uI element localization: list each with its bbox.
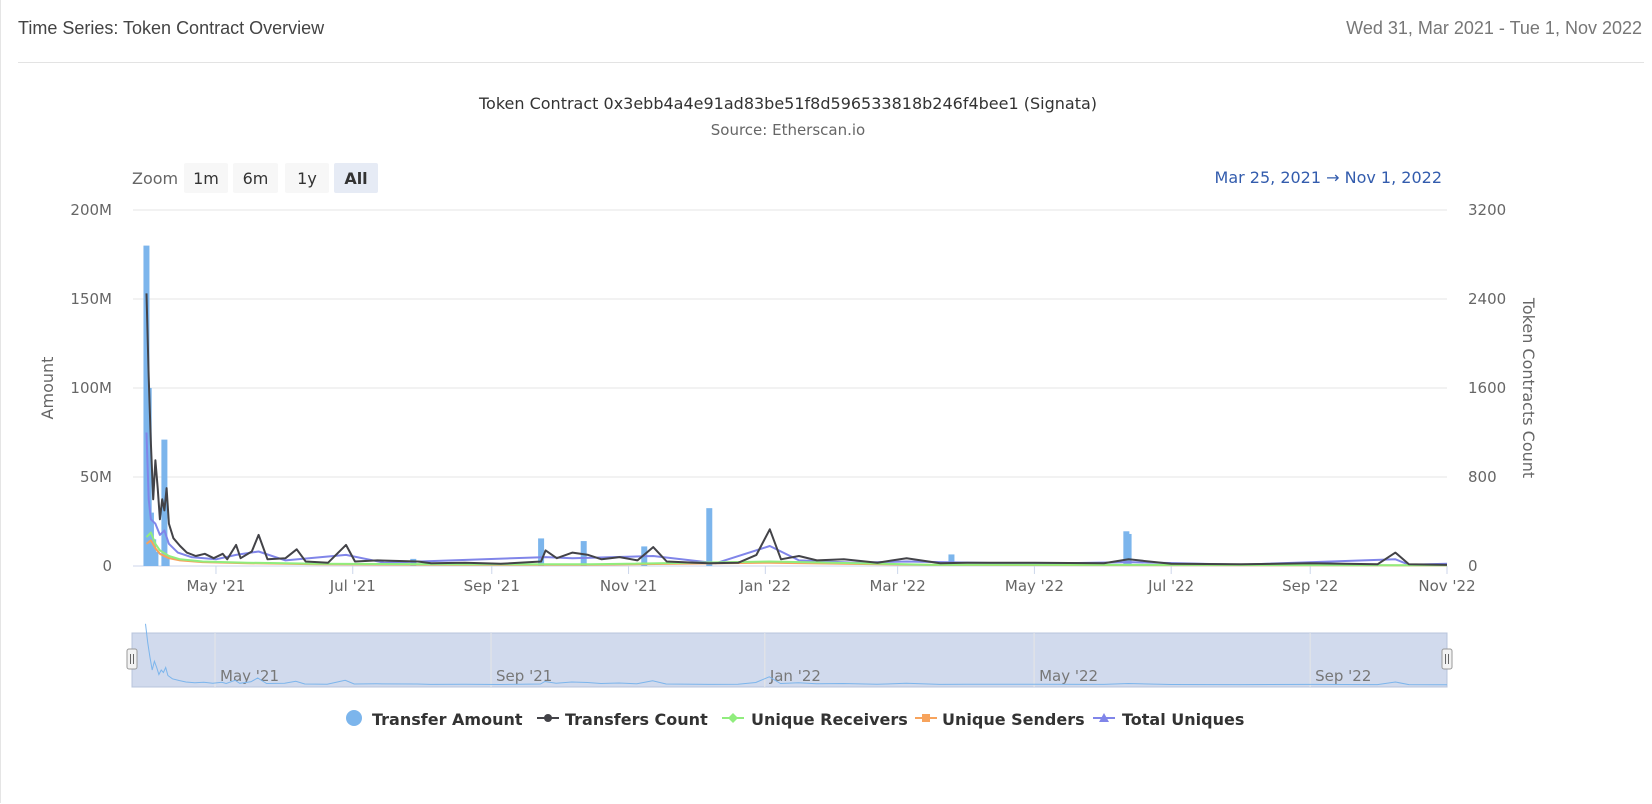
y-tick-label: 100M	[70, 379, 112, 397]
legend-symbol-transfer-amount[interactable]	[346, 710, 362, 726]
legend-item-unique-senders[interactable]: Unique Senders	[942, 710, 1085, 729]
navigator-handle-right[interactable]	[1441, 648, 1453, 670]
x-tick-label: May '21	[186, 577, 245, 595]
zoom-button-label: All	[344, 169, 367, 188]
legend-marker-square-icon	[922, 714, 930, 722]
bar-transfer-amount	[706, 508, 713, 566]
legend-item-transfers-count[interactable]: Transfers Count	[565, 710, 708, 729]
x-tick-label: Jan '22	[739, 577, 791, 595]
y2-tick-label: 3200	[1468, 201, 1506, 219]
zoom-button-label: 1y	[297, 169, 317, 188]
y2-tick-label: 2400	[1468, 290, 1506, 308]
time-series-chart: Token Contract 0x3ebb4a4e91ad83be51f8d59…	[38, 94, 1538, 729]
y2-tick-label: 0	[1468, 557, 1478, 575]
y-tick-label: 50M	[80, 468, 112, 486]
x-tick-label: Jul '22	[1147, 577, 1194, 595]
y2-tick-label: 800	[1468, 468, 1497, 486]
legend-marker-circle-icon	[544, 714, 552, 722]
chart-title: Token Contract 0x3ebb4a4e91ad83be51f8d59…	[478, 94, 1097, 113]
bar-transfer-amount	[152, 551, 159, 566]
chart-subtitle: Source: Etherscan.io	[711, 121, 865, 139]
series-line-total-uniques	[145, 432, 1448, 566]
legend-item-transfer-amount[interactable]: Transfer Amount	[372, 710, 523, 729]
y2-axis-title: Token Contracts Count	[1519, 297, 1538, 478]
legend-item-total-uniques[interactable]: Total Uniques	[1122, 710, 1244, 729]
x-tick-label: Sep '22	[1282, 577, 1338, 595]
navigator-tick-label: May '22	[1039, 667, 1098, 685]
y2-tick-label: 1600	[1468, 379, 1506, 397]
x-tick-label: Jul '21	[329, 577, 376, 595]
zoom-button-label: 1m	[193, 169, 219, 188]
series-line-transfers-count	[145, 293, 1448, 566]
navigator-handle-left[interactable]	[126, 648, 138, 670]
x-tick-label: Nov '21	[600, 577, 657, 595]
navigator-tick-label: Sep '22	[1315, 667, 1371, 685]
y-tick-label: 200M	[70, 201, 112, 219]
legend-marker-diamond-icon	[728, 713, 738, 723]
x-tick-label: Nov '22	[1418, 577, 1475, 595]
zoom-button-label: 6m	[243, 169, 269, 188]
legend-item-unique-receivers[interactable]: Unique Receivers	[751, 710, 908, 729]
navigator-tick-label: Jan '22	[769, 667, 821, 685]
range-display[interactable]: Mar 25, 2021 → Nov 1, 2022	[1215, 168, 1442, 187]
y-axis-title: Amount	[38, 357, 57, 420]
y-tick-label: 150M	[70, 290, 112, 308]
x-tick-label: May '22	[1005, 577, 1064, 595]
x-tick-label: Mar '22	[869, 577, 925, 595]
zoom-label: Zoom	[132, 169, 178, 188]
x-tick-label: Sep '21	[464, 577, 520, 595]
y-tick-label: 0	[102, 557, 112, 575]
